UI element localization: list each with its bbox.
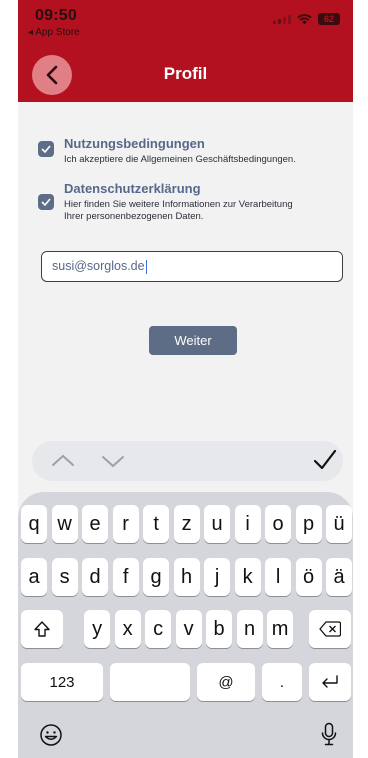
key-o[interactable]: o xyxy=(265,505,292,543)
text-caret xyxy=(145,259,148,274)
key-y[interactable]: y xyxy=(84,610,111,648)
shift-key[interactable] xyxy=(21,610,63,648)
key-j[interactable]: j xyxy=(204,558,231,596)
key-t[interactable]: t xyxy=(143,505,170,543)
page-title: Profil xyxy=(163,64,208,83)
key-ü[interactable]: ü xyxy=(326,505,353,543)
email-value: susi@sorglos.de xyxy=(52,259,145,273)
key-l[interactable]: l xyxy=(265,558,292,596)
dot-key[interactable]: . xyxy=(262,663,302,701)
signal-icon xyxy=(273,14,291,24)
shift-icon xyxy=(34,621,50,637)
key-a[interactable]: a xyxy=(21,558,48,596)
microphone-icon[interactable] xyxy=(321,722,337,748)
backspace-key[interactable] xyxy=(309,610,351,648)
return-icon xyxy=(322,675,338,688)
key-k[interactable]: k xyxy=(234,558,261,596)
next-button[interactable]: Weiter xyxy=(149,326,237,355)
checkmark-icon xyxy=(41,198,51,206)
status-time: 09:50 xyxy=(35,7,77,24)
keyboard: qwertzuiopü asdfghjklöä yxcvbnm 123 @ . xyxy=(18,492,353,758)
checkmark-icon xyxy=(41,145,51,153)
terms-description: Ich akzeptiere die Allgemeinen Geschäfts… xyxy=(64,154,296,165)
key-p[interactable]: p xyxy=(295,505,322,543)
terms-title[interactable]: Nutzungsbedingungen xyxy=(64,136,296,152)
key-b[interactable]: b xyxy=(206,610,233,648)
battery-icon: 62 xyxy=(318,13,340,25)
key-i[interactable]: i xyxy=(234,505,261,543)
key-r[interactable]: r xyxy=(112,505,139,543)
backspace-icon xyxy=(319,621,341,637)
key-d[interactable]: d xyxy=(82,558,109,596)
key-w[interactable]: w xyxy=(51,505,78,543)
chevron-up-icon[interactable] xyxy=(50,450,76,472)
key-m[interactable]: m xyxy=(267,610,294,648)
key-s[interactable]: s xyxy=(51,558,78,596)
checkmark-icon[interactable] xyxy=(313,448,337,472)
emoji-icon[interactable] xyxy=(39,723,63,747)
status-icons: 62 xyxy=(273,13,340,25)
key-ä[interactable]: ä xyxy=(326,558,353,596)
key-h[interactable]: h xyxy=(173,558,200,596)
privacy-title[interactable]: Datenschutzerklärung xyxy=(64,181,293,197)
terms-row[interactable]: Nutzungsbedingungen Ich akzeptiere die A… xyxy=(38,136,296,166)
at-key[interactable]: @ xyxy=(197,663,255,701)
key-v[interactable]: v xyxy=(175,610,202,648)
back-to-app-link[interactable]: ◂ App Store xyxy=(28,27,80,38)
privacy-checkbox[interactable] xyxy=(38,194,54,210)
key-z[interactable]: z xyxy=(173,505,200,543)
key-u[interactable]: u xyxy=(204,505,231,543)
key-x[interactable]: x xyxy=(114,610,141,648)
chevron-down-icon[interactable] xyxy=(100,450,126,472)
numbers-key[interactable]: 123 xyxy=(21,663,103,701)
space-key[interactable] xyxy=(110,663,190,701)
return-key[interactable] xyxy=(309,663,351,701)
key-q[interactable]: q xyxy=(21,505,48,543)
key-n[interactable]: n xyxy=(236,610,263,648)
key-f[interactable]: f xyxy=(112,558,139,596)
wifi-icon xyxy=(297,13,312,24)
key-c[interactable]: c xyxy=(145,610,172,648)
phone-screen: 09:50 ◂ App Store 62 Profil Nutzungsbedi… xyxy=(18,0,353,758)
terms-checkbox[interactable] xyxy=(38,141,54,157)
email-input[interactable]: susi@sorglos.de xyxy=(41,251,343,282)
key-g[interactable]: g xyxy=(143,558,170,596)
key-e[interactable]: e xyxy=(82,505,109,543)
keyboard-accessory-bar xyxy=(32,441,343,481)
header-bar: 09:50 ◂ App Store 62 Profil xyxy=(18,0,353,102)
privacy-row[interactable]: Datenschutzerklärung Hier finden Sie wei… xyxy=(38,181,293,223)
privacy-description-line1: Hier finden Sie weitere Informationen zu… xyxy=(64,199,293,210)
privacy-description-line2: Ihrer personenbezogenen Daten. xyxy=(64,211,204,222)
key-ö[interactable]: ö xyxy=(295,558,322,596)
